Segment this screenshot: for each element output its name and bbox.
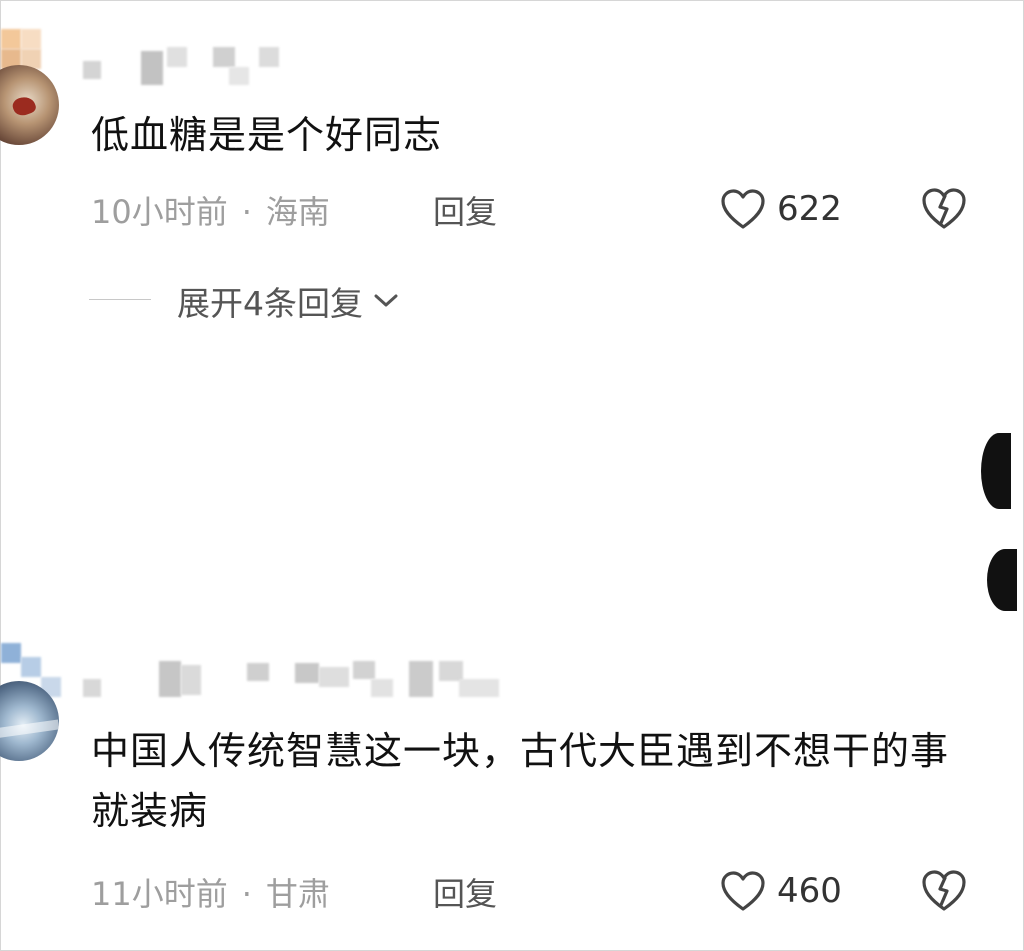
reply-button[interactable]: 回复: [433, 187, 497, 233]
like-count: 460: [777, 871, 842, 911]
comment-meta: 11小时前 · 甘肃: [91, 869, 330, 915]
expand-divider: [89, 299, 151, 300]
comment-location: 海南: [265, 193, 330, 231]
chevron-down-icon: [374, 294, 398, 307]
meta-separator: ·: [241, 875, 252, 913]
edge-decoration: [987, 549, 1017, 611]
broken-heart-icon: [922, 870, 966, 911]
broken-heart-icon: [922, 188, 966, 229]
avatar[interactable]: [0, 65, 59, 145]
comment-time: 11小时前: [91, 875, 228, 913]
like-button[interactable]: 460: [719, 867, 842, 915]
heart-outline-icon: [721, 189, 765, 229]
expand-replies-button[interactable]: 展开4条回复: [177, 277, 401, 325]
meta-separator: ·: [241, 193, 252, 231]
comment-meta: 10小时前 · 海南: [91, 187, 330, 233]
heart-outline-icon: [721, 871, 765, 911]
comment-location: 甘肃: [265, 875, 330, 913]
comment-text: 低血糖是是个好同志: [91, 113, 443, 157]
comment-time: 10小时前: [91, 193, 228, 231]
dislike-button[interactable]: [919, 185, 969, 233]
dislike-button[interactable]: [919, 867, 969, 915]
reply-button[interactable]: 回复: [433, 869, 497, 915]
edge-decoration: [981, 433, 1011, 509]
comment-text: 中国人传统智慧这一块，古代大臣遇到不想干的事就装病: [91, 729, 950, 833]
like-button[interactable]: 622: [719, 185, 842, 233]
comment-list: 低血糖是是个好同志 10小时前 · 海南 回复 622 展开4条回复 中国人传统…: [0, 0, 1024, 951]
expand-replies-label: 展开4条回复: [177, 284, 363, 323]
like-count: 622: [777, 189, 842, 229]
